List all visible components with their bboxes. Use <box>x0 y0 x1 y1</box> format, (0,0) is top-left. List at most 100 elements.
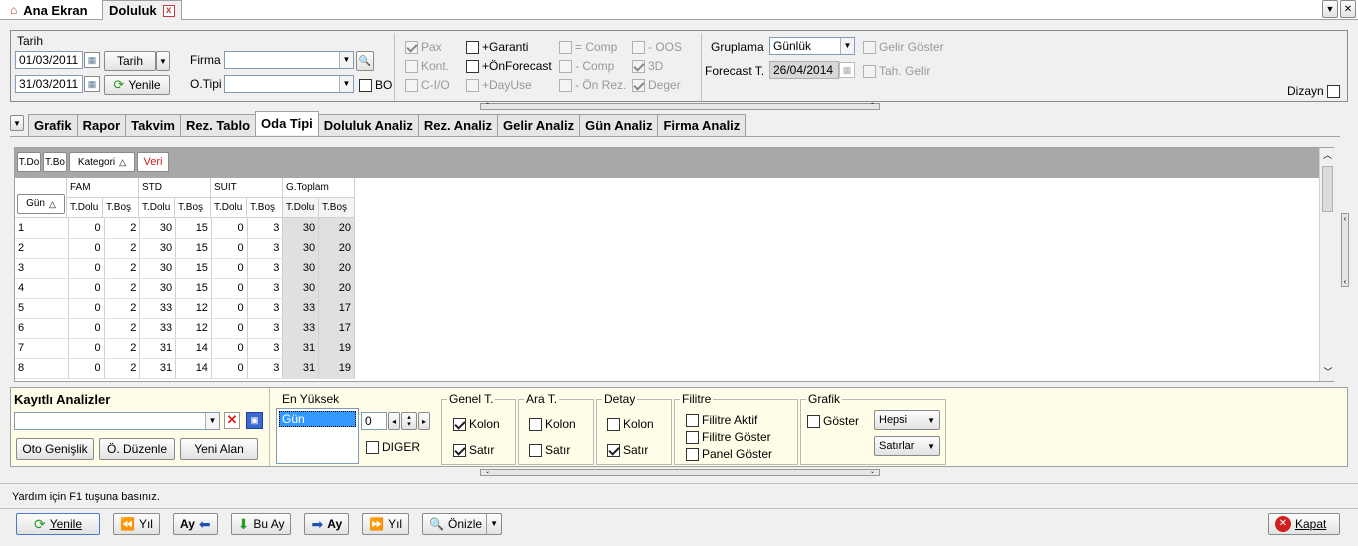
table-cell[interactable]: 0 <box>68 298 105 319</box>
forecast-date-input[interactable]: 26/04/2014 <box>769 61 839 79</box>
start-date-input[interactable]: 01/03/2011 <box>15 51 83 69</box>
field-kategori[interactable]: Kategori △ <box>69 152 135 172</box>
table-row[interactable]: 2 0 2 30 15 0 3 30 20 <box>15 238 355 259</box>
table-cell[interactable]: 30 <box>139 238 177 259</box>
tab-doluluk-analiz[interactable]: Doluluk Analiz <box>317 114 419 136</box>
table-cell[interactable]: 2 <box>104 318 141 339</box>
bottom-splitter[interactable]: ⌄ ⌄ <box>480 469 880 476</box>
table-cell[interactable]: 2 <box>104 218 141 239</box>
cio-checkbox[interactable]: C-I/O <box>405 78 450 92</box>
table-cell[interactable]: 0 <box>211 358 248 379</box>
table-cell[interactable]: 17 <box>318 318 355 339</box>
firma-select[interactable]: ▼ <box>224 51 354 69</box>
right-splitter[interactable]: ‹ ‹ <box>1341 213 1349 287</box>
close-tab-icon[interactable]: x <box>162 4 175 17</box>
table-cell[interactable]: 33 <box>139 298 177 319</box>
grafik-goster-checkbox[interactable]: Göster <box>807 414 859 428</box>
table-cell[interactable]: 15 <box>175 218 212 239</box>
table-row[interactable]: 8 0 2 31 14 0 3 31 19 <box>15 358 355 379</box>
end-date-input[interactable]: 31/03/2011 <box>15 75 83 93</box>
table-cell[interactable]: 3 <box>247 318 284 339</box>
calendar-icon[interactable]: ▦ <box>84 52 100 68</box>
table-cell[interactable]: 0 <box>211 278 248 299</box>
table-cell[interactable]: 20 <box>318 218 355 239</box>
tab-rez-analiz[interactable]: Rez. Analiz <box>417 114 499 136</box>
spin-right-icon[interactable]: ▸ <box>418 412 430 430</box>
table-cell[interactable]: 2 <box>104 258 141 279</box>
table-cell[interactable]: 3 <box>247 338 284 359</box>
table-cell[interactable]: 19 <box>318 358 355 379</box>
table-cell[interactable]: 30 <box>139 278 177 299</box>
tab-takvim[interactable]: Takvim <box>125 114 181 136</box>
table-cell[interactable]: 2 <box>104 358 141 379</box>
row-label[interactable]: 3 <box>15 258 69 279</box>
table-cell[interactable]: 0 <box>68 278 105 299</box>
table-cell[interactable]: 3 <box>247 298 284 319</box>
home-tab[interactable]: ⌂ Ana Ekran <box>4 0 94 20</box>
table-cell[interactable]: 15 <box>175 278 212 299</box>
table-cell[interactable]: 33 <box>139 318 177 339</box>
oto-genislik-button[interactable]: Oto Genişlik <box>16 438 94 460</box>
en-yuksek-list[interactable]: Gün <box>276 408 359 464</box>
grafik-satirlar-select[interactable]: Satırlar ▼ <box>874 436 940 456</box>
gelir-goster-checkbox[interactable]: Gelir Göster <box>863 40 944 54</box>
table-row[interactable]: 4 0 2 30 15 0 3 30 20 <box>15 278 355 299</box>
table-cell[interactable]: 0 <box>68 338 105 359</box>
doluluk-tab[interactable]: Doluluk x <box>102 0 182 20</box>
table-cell[interactable]: 2 <box>104 338 141 359</box>
dizayn-checkbox[interactable]: Dizayn <box>1287 84 1340 98</box>
bo-checkbox[interactable]: BO <box>359 78 392 92</box>
tab-g-n-analiz[interactable]: Gün Analiz <box>579 114 659 136</box>
dayuse-checkbox[interactable]: +DayUse <box>466 78 532 92</box>
onforecast-checkbox[interactable]: +ÖnForecast <box>466 59 552 73</box>
field-veri[interactable]: Veri <box>137 152 169 172</box>
table-cell[interactable]: 17 <box>318 298 355 319</box>
tab-gelir-analiz[interactable]: Gelir Analiz <box>497 114 581 136</box>
genel-kolon-checkbox[interactable]: Kolon <box>453 417 500 431</box>
garanti-checkbox[interactable]: +Garanti <box>466 40 528 54</box>
table-cell[interactable]: 0 <box>68 258 105 279</box>
table-row[interactable]: 7 0 2 31 14 0 3 31 19 <box>15 338 355 359</box>
table-cell[interactable]: 30 <box>282 218 320 239</box>
onizle-button[interactable]: 🔍 Önizle ▼ <box>422 513 502 535</box>
tabs-menu-icon[interactable]: ▼ <box>10 115 24 131</box>
table-cell[interactable]: 2 <box>104 238 141 259</box>
tab-rapor[interactable]: Rapor <box>76 114 127 136</box>
table-cell[interactable]: 0 <box>211 318 248 339</box>
table-row[interactable]: 5 0 2 33 12 0 3 33 17 <box>15 298 355 319</box>
scroll-down-icon[interactable]: ﹀ <box>1320 365 1336 381</box>
tarih-button[interactable]: Tarih <box>104 51 156 71</box>
table-cell[interactable]: 20 <box>318 278 355 299</box>
deger-checkbox[interactable]: Deger <box>632 78 681 92</box>
table-cell[interactable]: 31 <box>139 338 177 359</box>
table-cell[interactable]: 19 <box>318 338 355 359</box>
table-cell[interactable]: 33 <box>282 318 320 339</box>
row-label[interactable]: 4 <box>15 278 69 299</box>
table-cell[interactable]: 0 <box>211 338 248 359</box>
table-cell[interactable]: 0 <box>68 318 105 339</box>
table-cell[interactable]: 30 <box>282 278 320 299</box>
ara-kolon-checkbox[interactable]: Kolon <box>529 417 576 431</box>
table-cell[interactable]: 12 <box>175 298 212 319</box>
otipi-select[interactable]: ▼ <box>224 75 354 93</box>
detay-satir-checkbox[interactable]: Satır <box>607 443 648 457</box>
tab-firma-analiz[interactable]: Firma Analiz <box>657 114 747 136</box>
scroll-thumb[interactable] <box>1322 166 1333 212</box>
tab-list-dropdown-icon[interactable]: ▼ <box>1322 0 1338 18</box>
field-tdolu[interactable]: T.Do <box>17 152 41 172</box>
kapat-button[interactable]: ✕ Kapat <box>1268 513 1340 535</box>
search-icon[interactable]: 🔍 <box>356 51 374 71</box>
genel-satir-checkbox[interactable]: Satır <box>453 443 494 457</box>
yeni-alan-button[interactable]: Yeni Alan <box>180 438 258 460</box>
yenile-top-button[interactable]: ⟳ Yenile <box>104 75 170 95</box>
table-row[interactable]: 6 0 2 33 12 0 3 33 17 <box>15 318 355 339</box>
table-cell[interactable]: 0 <box>68 238 105 259</box>
table-cell[interactable]: 0 <box>211 258 248 279</box>
table-cell[interactable]: 30 <box>282 258 320 279</box>
table-cell[interactable]: 2 <box>104 298 141 319</box>
close-window-icon[interactable]: ✕ <box>1340 0 1356 18</box>
table-cell[interactable]: 3 <box>247 238 284 259</box>
spin-left-icon[interactable]: ◂ <box>388 412 400 430</box>
diger-checkbox[interactable]: DIGER <box>366 440 420 454</box>
chevron-down-icon[interactable]: ▼ <box>486 514 501 534</box>
